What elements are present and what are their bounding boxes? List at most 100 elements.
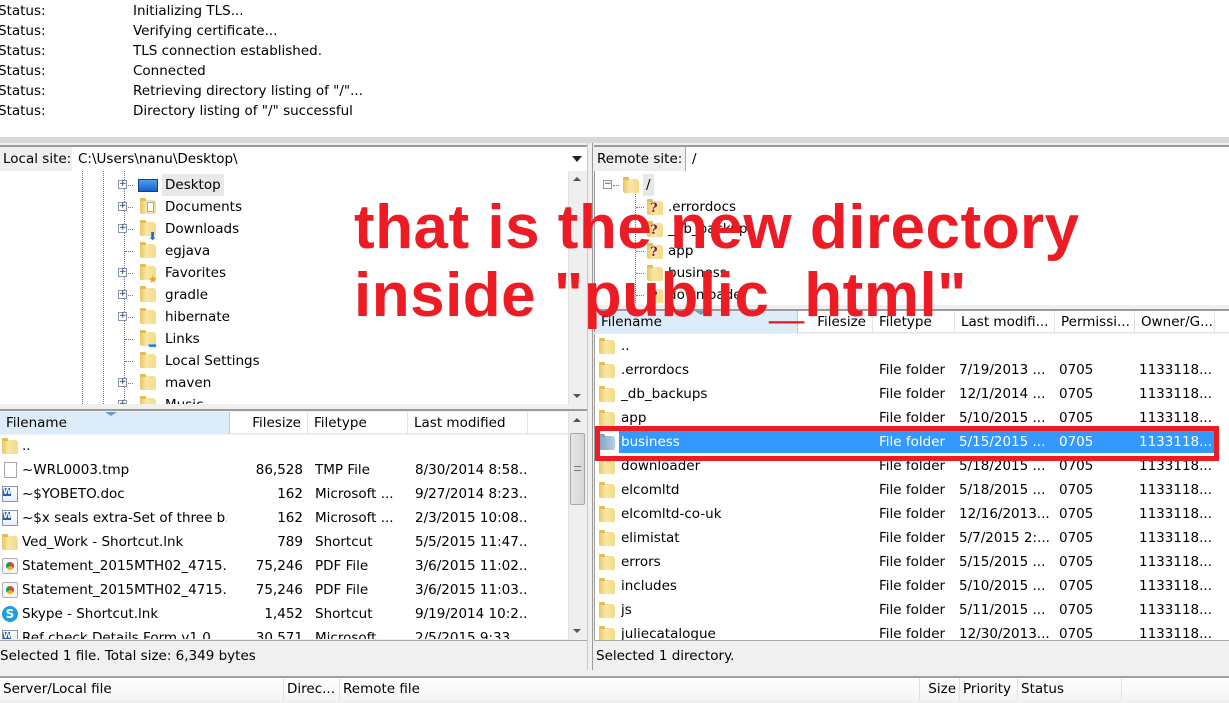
local-file-row[interactable]: ~WRL0003.tmp 86,528 TMP File 8/30/2014 8:58… — [0, 458, 568, 482]
file-type: Microsoft ... — [315, 630, 394, 639]
scroll-up-arrow-icon[interactable] — [573, 177, 581, 181]
remote-file-row[interactable]: js File folder 5/11/2015 ... 0705 1133118... — [595, 598, 1229, 622]
log-entry-label: Status: — [0, 63, 46, 79]
folder-icon — [599, 602, 615, 618]
remote-file-row[interactable]: .. — [595, 334, 1229, 358]
queue-column-priority[interactable]: Priority — [960, 678, 1018, 700]
file-name: ~$x seals extra-Set of three b... — [22, 510, 227, 526]
local-status-text: Selected 1 file. Total size: 6,349 bytes — [0, 648, 256, 664]
file-type: File folder — [879, 602, 946, 618]
message-log[interactable]: Status: Initializing TLS... Status: Verifyi… — [0, 0, 1229, 137]
file-type: Microsoft ... — [315, 486, 394, 502]
tree-item-maven[interactable]: + maven — [118, 372, 436, 394]
file-type: File folder — [879, 626, 946, 640]
file-size: 30,571 — [255, 630, 303, 639]
expand-plus-icon[interactable]: + — [118, 202, 127, 211]
expand-plus-icon[interactable]: + — [118, 312, 127, 321]
folder-icon — [140, 308, 156, 324]
queue-column-size[interactable]: Size — [920, 678, 960, 700]
local-file-list[interactable]: .. ~WRL0003.tmp 86,528 TMP File 8/30/2014 8:… — [0, 435, 568, 639]
log-entry: Status: TLS connection established. — [0, 41, 1229, 61]
remote-file-list[interactable]: .. .errordocs File folder 7/19/2013 ... 0705… — [594, 334, 1229, 640]
transfer-queue-header: Server/Local file Direc... Remote file Size… — [0, 676, 1229, 700]
local-list-scrollbar[interactable] — [568, 412, 586, 639]
pdf-file-icon — [2, 582, 18, 598]
file-permissions: 0705 — [1059, 626, 1094, 640]
annotation-highlight-box — [595, 426, 1219, 461]
folder-icon — [599, 338, 615, 354]
queue-column-server-local-file[interactable]: Server/Local file — [0, 678, 284, 700]
horizontal-splitter[interactable] — [0, 137, 1229, 143]
word-document-icon — [2, 510, 18, 526]
remote-file-row[interactable]: elcomltd-co-uk File folder 12/16/2013... 07… — [595, 502, 1229, 526]
annotation-line-1: that is the new directory — [354, 193, 1080, 262]
remote-file-row[interactable]: includes File folder 5/10/2015 ... 0705 1133… — [595, 574, 1229, 598]
local-file-row[interactable]: ~$YOBETO.doc 162 Microsoft ... 9/27/2014 8:… — [0, 482, 568, 506]
log-entry-label: Status: — [0, 43, 46, 59]
tree-item-local-settings[interactable]: Local Settings — [125, 350, 436, 372]
remote-file-row[interactable]: _db_backups File folder 12/1/2014 ... 0705 1… — [595, 382, 1229, 406]
file-size: 789 — [277, 534, 303, 550]
remote-file-row[interactable]: elcomltd File folder 5/18/2015 ... 0705 1133… — [595, 478, 1229, 502]
column-header-owner-g-[interactable]: Owner/G... — [1135, 311, 1215, 333]
file-modified: 9/27/2014 8:23... — [415, 486, 527, 502]
column-header-last-modified[interactable]: Last modified — [408, 412, 528, 434]
file-name: Statement_2015MTH02_4715... — [22, 558, 227, 574]
annotation-line-2: inside "public_html" — [354, 261, 968, 330]
queue-column-status[interactable]: Status — [1018, 678, 1122, 700]
local-file-row[interactable]: Statement_2015MTH02_4715... 75,246 PDF Fil… — [0, 578, 568, 602]
tree-item-label: Music — [162, 394, 206, 404]
queue-column-remote-file[interactable]: Remote file — [340, 678, 920, 700]
local-file-row[interactable]: Statement_2015MTH02_4715... 75,246 PDF Fil… — [0, 554, 568, 578]
expand-plus-icon[interactable]: + — [118, 224, 127, 233]
column-header-last-modifi-[interactable]: Last modifi... — [955, 311, 1055, 333]
file-permissions: 0705 — [1059, 530, 1094, 546]
local-site-bar: Local site: — [0, 145, 587, 171]
remote-file-row[interactable]: elimistat File folder 5/7/2015 2:... 0705 11… — [595, 526, 1229, 550]
queue-column-direc-[interactable]: Direc... — [284, 678, 340, 700]
column-header-filetype[interactable]: Filetype — [308, 412, 408, 434]
log-entry: Status: Verifying certificate... — [0, 21, 1229, 41]
local-file-row[interactable]: ~$x seals extra-Set of three b... 162 Micr… — [0, 506, 568, 530]
file-name: elcomltd-co-uk — [621, 506, 722, 522]
remote-file-row[interactable]: juliecatalogue File folder 12/30/2013... 07… — [595, 622, 1229, 640]
file-modified: 3/6/2015 11:03... — [415, 582, 527, 598]
folder-icon — [599, 410, 615, 426]
tree-item-links[interactable]: ➥ Links — [125, 328, 436, 352]
file-name: elcomltd — [621, 482, 680, 498]
column-header-permissi-[interactable]: Permissi... — [1055, 311, 1135, 333]
local-splitter[interactable] — [0, 404, 587, 411]
remote-file-row[interactable]: errors File folder 5/15/2015 ... 0705 113311… — [595, 550, 1229, 574]
local-file-row[interactable]: .. — [0, 435, 568, 458]
collapse-minus-icon[interactable]: − — [603, 180, 612, 189]
file-type: Microsoft ... — [315, 510, 394, 526]
folder-icon — [599, 482, 615, 498]
sort-ascending-icon — [105, 412, 117, 416]
file-type: File folder — [879, 482, 946, 498]
scroll-up-arrow-icon[interactable] — [573, 418, 581, 422]
file-type: File folder — [879, 386, 946, 402]
tree-guide-line — [103, 171, 104, 404]
local-site-path-input[interactable] — [72, 147, 567, 171]
column-header-filesize[interactable]: Filesize — [230, 412, 308, 434]
expand-plus-icon[interactable]: + — [118, 268, 127, 277]
remote-file-row[interactable]: .errordocs File folder 7/19/2013 ... 0705 11… — [595, 358, 1229, 382]
expand-plus-icon[interactable]: + — [118, 378, 127, 387]
scroll-down-arrow-icon[interactable] — [573, 629, 581, 633]
local-file-row[interactable]: Ref check Details Form v1.0... 30,571 Micr… — [0, 626, 568, 639]
log-entry-message: Retrieving directory listing of "/"... — [133, 83, 363, 99]
tree-item-label: Desktop — [162, 174, 224, 196]
file-name: .errordocs — [621, 362, 690, 378]
expand-plus-icon[interactable]: + — [118, 290, 127, 299]
scroll-down-arrow-icon[interactable] — [573, 394, 581, 398]
file-name: ~$YOBETO.doc — [22, 486, 125, 502]
remote-site-path-input[interactable] — [686, 147, 1216, 171]
scroll-thumb[interactable] — [570, 433, 585, 505]
expand-plus-icon[interactable]: + — [118, 180, 127, 189]
tree-item-music[interactable]: +Music — [118, 394, 436, 404]
tree-item-label: maven — [165, 375, 212, 391]
folder-icon — [140, 242, 156, 258]
local-file-row[interactable]: S Skype - Shortcut.lnk 1,452 Shortcut 9/19/2… — [0, 602, 568, 626]
local-file-row[interactable]: Ved_Work - Shortcut.lnk 789 Shortcut 5/5/20… — [0, 530, 568, 554]
local-site-dropdown-arrow-icon[interactable] — [572, 156, 582, 162]
